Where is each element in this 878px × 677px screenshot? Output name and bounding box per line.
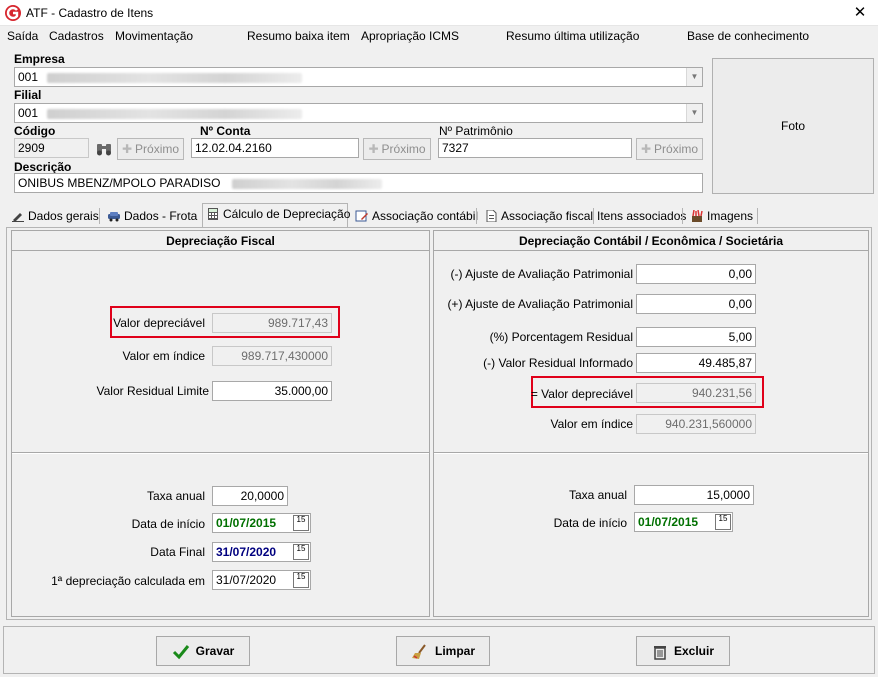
fiscal-primeira-depreciacao-label: 1ª depreciação calculada em — [51, 574, 205, 588]
descricao-field[interactable]: ONIBUS MBENZ/MPOLO PARADISO — [14, 173, 703, 193]
fiscal-taxa-label: Taxa anual — [146, 489, 205, 503]
fiscal-valor-residual-field[interactable]: 35.000,00 — [212, 381, 332, 401]
images-icon — [692, 210, 703, 222]
contabil-ajuste-pos-label: (+) Ajuste de Avaliação Patrimonial — [447, 297, 633, 311]
calendar-icon[interactable]: 15 — [293, 515, 309, 531]
form-edit-icon — [355, 210, 368, 222]
checkmark-icon — [172, 644, 189, 660]
contabil-ajuste-neg-field[interactable]: 0,00 — [636, 264, 756, 284]
contabil-porcentagem-field[interactable]: 5,00 — [636, 327, 756, 347]
fiscal-header: Depreciação Fiscal — [12, 231, 429, 251]
menu-apropriacao-icms[interactable]: Apropriação ICMS — [361, 29, 459, 43]
empresa-value: 001 — [18, 70, 39, 84]
menu-resumo-baixa-item[interactable]: Resumo baixa item — [247, 29, 350, 43]
photo-panel[interactable]: Foto — [712, 58, 874, 194]
contabil-data-inicio-label: Data de início — [553, 516, 627, 530]
plus-icon: ✚ — [368, 142, 379, 156]
car-icon — [108, 212, 120, 222]
close-button[interactable]: ✕ — [846, 1, 874, 25]
fiscal-divider — [12, 452, 429, 454]
menu-base-conhecimento[interactable]: Base de conhecimento — [687, 29, 809, 43]
contabil-taxa-label: Taxa anual — [568, 488, 627, 502]
contabil-header: Depreciação Contábil / Econômica / Socie… — [434, 231, 868, 251]
limpar-button[interactable]: Limpar — [396, 636, 490, 666]
contabil-taxa-field[interactable]: 15,0000 — [634, 485, 754, 505]
descricao-label: Descrição — [14, 160, 72, 174]
plus-icon: ✚ — [640, 142, 652, 156]
fiscal-valor-indice-label: Valor em índice — [122, 349, 205, 363]
contabil-residual-field[interactable]: 49.485,87 — [636, 353, 756, 373]
window-title: ATF - Cadastro de Itens — [26, 6, 154, 20]
proximo-patrimonio-button[interactable]: ✚ Próximo — [636, 138, 703, 160]
menu-saida[interactable]: Saída — [7, 29, 38, 43]
descricao-value: ONIBUS MBENZ/MPOLO PARADISO — [18, 176, 221, 190]
chevron-down-icon[interactable]: ▼ — [686, 104, 702, 122]
contabil-valor-indice-field[interactable]: 940.231,560000 — [636, 414, 756, 434]
tab-separator — [757, 208, 758, 224]
tab-imagens[interactable]: Imagens — [687, 206, 757, 227]
calendar-icon[interactable]: 15 — [715, 514, 731, 530]
fiscal-valor-depreciavel-field[interactable]: 989.717,43 — [212, 313, 332, 333]
tab-associacao-fiscal[interactable]: Associação fiscal — [481, 206, 593, 227]
chevron-down-icon[interactable]: ▼ — [686, 68, 702, 86]
codigo-label: Código — [14, 124, 56, 138]
redacted-text — [47, 72, 303, 83]
menu-resumo-ultima-utilizacao[interactable]: Resumo última utilização — [506, 29, 639, 43]
conta-label: Nº Conta — [200, 124, 251, 138]
menu-movimentacao[interactable]: Movimentação — [115, 29, 193, 43]
plus-icon: ✚ — [121, 142, 133, 156]
fiscal-data-final-label: Data Final — [150, 545, 205, 559]
document-icon — [486, 210, 497, 222]
contabil-valor-depreciavel-label: = Valor depreciável — [530, 387, 633, 401]
binoculars-icon[interactable] — [94, 141, 114, 157]
tab-associacao-contabil[interactable]: Associação contábil — [352, 206, 478, 227]
empresa-combo[interactable]: 001 — [14, 67, 703, 87]
proximo-conta-button[interactable]: ✚ Próximo — [363, 138, 431, 160]
excluir-button[interactable]: Excluir — [636, 636, 730, 666]
contabil-divider — [434, 452, 868, 454]
filial-value: 001 — [18, 106, 39, 120]
trash-icon — [653, 645, 666, 660]
filial-combo[interactable]: 001 — [14, 103, 703, 123]
edit-icon — [12, 213, 24, 222]
empresa-label: Empresa — [14, 52, 65, 66]
fiscal-taxa-field[interactable]: 20,0000 — [212, 486, 288, 506]
fiscal-data-inicio-label: Data de início — [131, 517, 205, 531]
tab-dados-frota[interactable]: Dados - Frota — [104, 206, 199, 227]
broom-icon — [411, 644, 426, 659]
tab-separator — [476, 208, 477, 224]
contabil-ajuste-neg-label: (-) Ajuste de Avaliação Patrimonial — [450, 267, 633, 281]
calendar-icon[interactable]: 15 — [293, 544, 309, 560]
contabil-valor-depreciavel-field[interactable]: 940.231,56 — [636, 383, 756, 403]
fiscal-valor-residual-label: Valor Residual Limite — [96, 384, 210, 398]
menu-cadastros[interactable]: Cadastros — [49, 29, 104, 43]
contabil-valor-indice-label: Valor em índice — [550, 417, 633, 431]
gravar-button[interactable]: Gravar — [156, 636, 250, 666]
app-logo-icon — [5, 5, 21, 21]
conta-field[interactable]: 12.02.04.2160 — [191, 138, 359, 158]
patrimonio-label: Nº Patrimônio — [439, 124, 513, 138]
contabil-residual-label: (-) Valor Residual Informado — [483, 356, 633, 370]
redacted-text — [47, 108, 303, 119]
tab-dados-gerais[interactable]: Dados gerais — [8, 206, 99, 227]
redacted-text — [231, 178, 382, 189]
fiscal-valor-indice-field[interactable]: 989.717,430000 — [212, 346, 332, 366]
calculator-icon — [208, 208, 218, 220]
tab-itens-associados[interactable]: Itens associados — [577, 206, 686, 227]
contabil-ajuste-pos-field[interactable]: 0,00 — [636, 294, 756, 314]
fiscal-valor-depreciavel-label: Valor depreciável — [113, 316, 205, 330]
patrimonio-field[interactable]: 7327 — [438, 138, 632, 158]
filial-label: Filial — [14, 88, 42, 102]
tab-separator — [99, 208, 100, 224]
tab-calculo-depreciacao[interactable]: Cálculo de Depreciação — [202, 203, 350, 227]
proximo-codigo-button[interactable]: ✚ Próximo — [117, 138, 184, 160]
calendar-icon[interactable]: 15 — [293, 572, 309, 588]
contabil-porcentagem-label: (%) Porcentagem Residual — [489, 330, 633, 344]
tab-separator — [682, 208, 683, 224]
codigo-field[interactable]: 2909 — [14, 138, 89, 158]
